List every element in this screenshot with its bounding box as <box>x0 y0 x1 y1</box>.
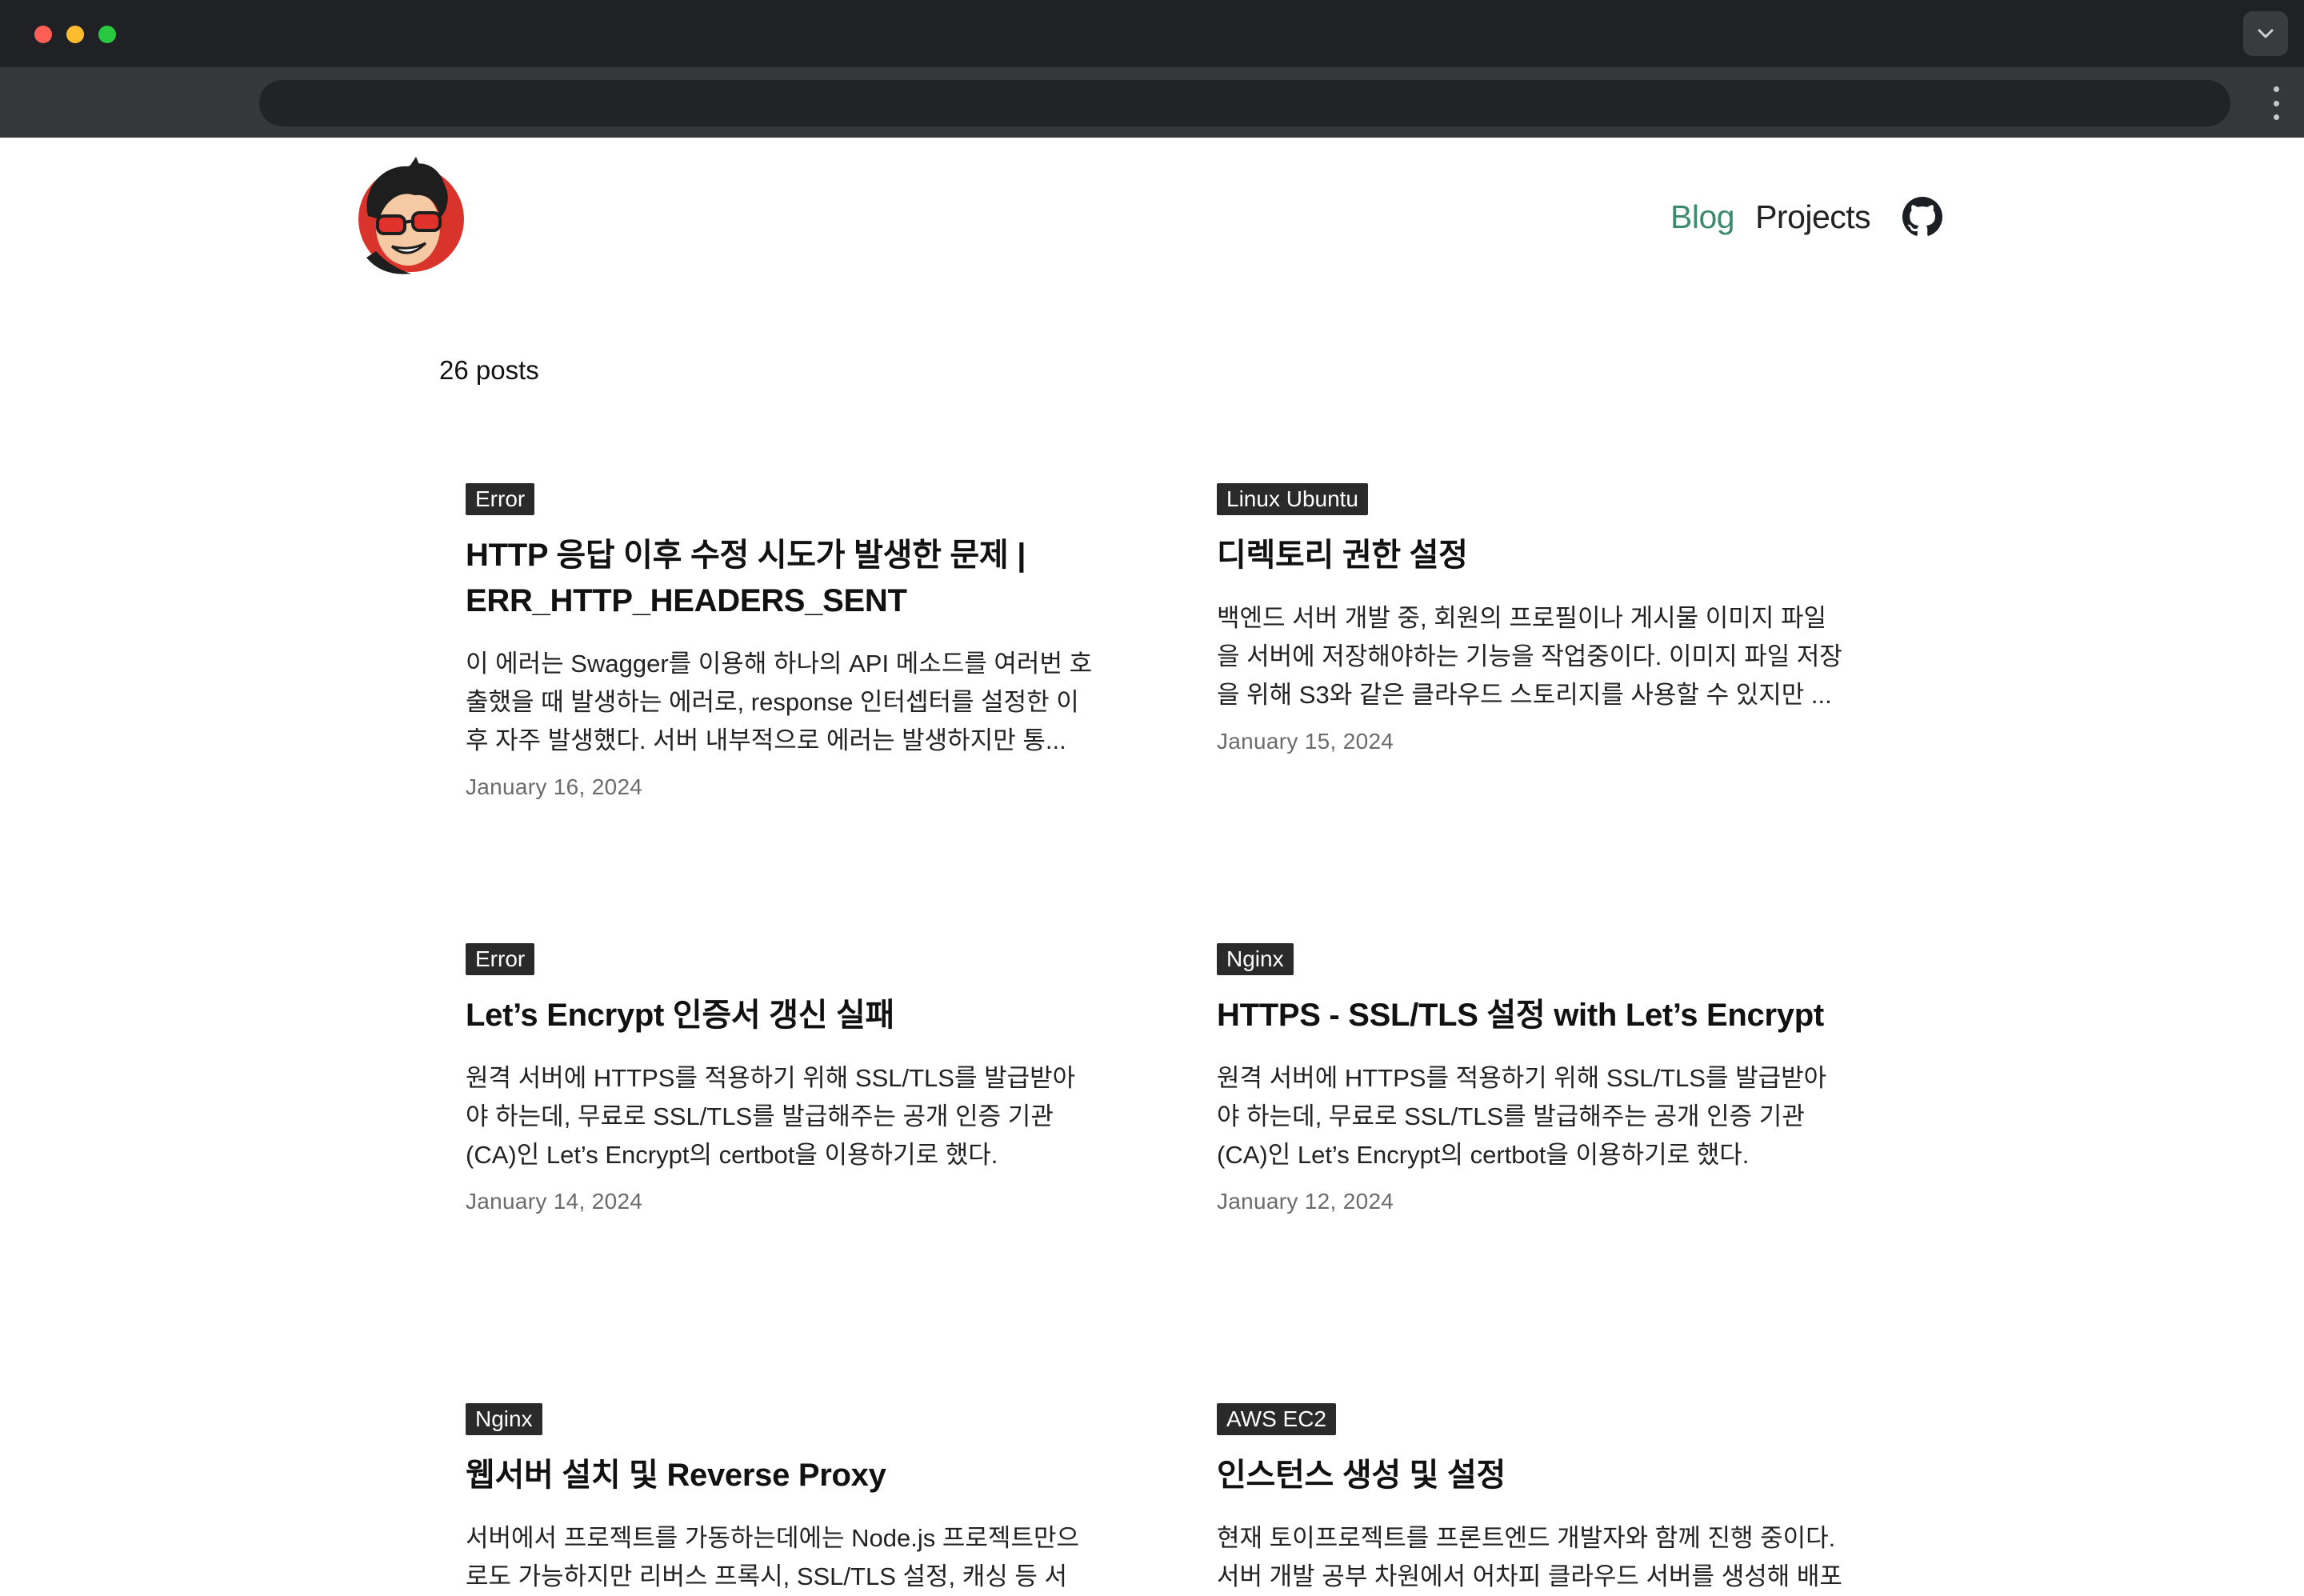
post-tag[interactable]: AWS EC2 <box>1217 1403 1336 1435</box>
post-card[interactable]: Linux Ubuntu 디렉토리 권한 설정 백엔드 서버 개발 중, 회원의… <box>1217 483 1857 754</box>
post-tag[interactable]: Nginx <box>466 1403 542 1435</box>
post-card[interactable]: AWS EC2 인스턴스 생성 및 설정 현재 토이프로젝트를 프론트엔드 개발… <box>1217 1403 1857 1596</box>
address-bar[interactable] <box>259 80 2230 126</box>
minimize-window-button[interactable] <box>66 26 84 43</box>
post-excerpt: 원격 서버에 HTTPS를 적용하기 위해 SSL/TLS를 발급받아야 하는데… <box>1217 1064 1827 1169</box>
post-title[interactable]: HTTP 응답 이후 수정 시도가 발생한 문제 | ERR_HTTP_HEAD… <box>466 533 1106 624</box>
browser-toolbar <box>0 67 2304 138</box>
maximize-window-button[interactable] <box>98 26 116 43</box>
post-card[interactable]: Nginx 웹서버 설치 및 Reverse Proxy 서버에서 프로젝트를 … <box>466 1403 1106 1596</box>
site-logo-avatar[interactable] <box>350 157 466 275</box>
post-date: January 12, 2024 <box>1217 1189 1394 1214</box>
dot-icon <box>2273 86 2279 92</box>
post-card[interactable]: Error HTTP 응답 이후 수정 시도가 발생한 문제 | ERR_HTT… <box>466 483 1106 800</box>
post-tag[interactable]: Nginx <box>1217 943 1294 975</box>
browser-titlebar <box>0 0 2304 67</box>
post-title[interactable]: HTTPS - SSL/TLS 설정 with Let’s Encrypt <box>1217 993 1857 1038</box>
post-title[interactable]: 디렉토리 권한 설정 <box>1217 533 1857 578</box>
close-window-button[interactable] <box>34 26 52 43</box>
dot-icon <box>2273 100 2279 106</box>
main-nav: Blog Projects <box>1670 189 1871 245</box>
post-tag[interactable]: Linux Ubuntu <box>1217 483 1369 515</box>
post-title[interactable]: 인스턴스 생성 및 설정 <box>1217 1453 1857 1498</box>
post-title[interactable]: Let’s Encrypt 인증서 갱신 실패 <box>466 993 1106 1038</box>
github-link[interactable] <box>1902 197 1942 237</box>
post-excerpt: 백엔드 서버 개발 중, 회원의 프로필이나 게시물 이미지 파일을 서버에 저… <box>1217 604 1842 709</box>
nav-link-projects[interactable]: Projects <box>1755 198 1871 236</box>
post-count: 26 posts <box>439 355 539 385</box>
post-excerpt: 서버에서 프로젝트를 가동하는데에는 Node.js 프로젝트만으로도 가능하지… <box>466 1524 1079 1590</box>
nav-link-blog[interactable]: Blog <box>1670 198 1735 236</box>
post-tag[interactable]: Error <box>466 483 535 515</box>
post-excerpt: 이 에러는 Swagger를 이용해 하나의 API 메소드를 여러번 호출했을… <box>466 650 1093 754</box>
post-excerpt: 원격 서버에 HTTPS를 적용하기 위해 SSL/TLS를 발급받아야 하는데… <box>466 1064 1076 1169</box>
post-tag[interactable]: Error <box>466 943 535 975</box>
post-date: January 16, 2024 <box>466 774 643 799</box>
github-icon <box>1902 197 1942 236</box>
dot-icon <box>2273 114 2279 120</box>
post-date: January 14, 2024 <box>466 1189 643 1214</box>
chevron-down-icon <box>2258 29 2274 38</box>
post-card[interactable]: Nginx HTTPS - SSL/TLS 설정 with Let’s Encr… <box>1217 943 1857 1214</box>
post-excerpt: 현재 토이프로젝트를 프론트엔드 개발자와 함께 진행 중이다. 서버 개발 공… <box>1217 1524 1842 1590</box>
post-date: January 15, 2024 <box>1217 729 1394 754</box>
browser-menu-button[interactable] <box>2269 86 2283 120</box>
tab-list-button[interactable] <box>2243 11 2288 56</box>
post-card[interactable]: Error Let’s Encrypt 인증서 갱신 실패 원격 서버에 HTT… <box>466 943 1106 1214</box>
post-title[interactable]: 웹서버 설치 및 Reverse Proxy <box>466 1453 1106 1498</box>
avatar-icon <box>358 157 464 274</box>
